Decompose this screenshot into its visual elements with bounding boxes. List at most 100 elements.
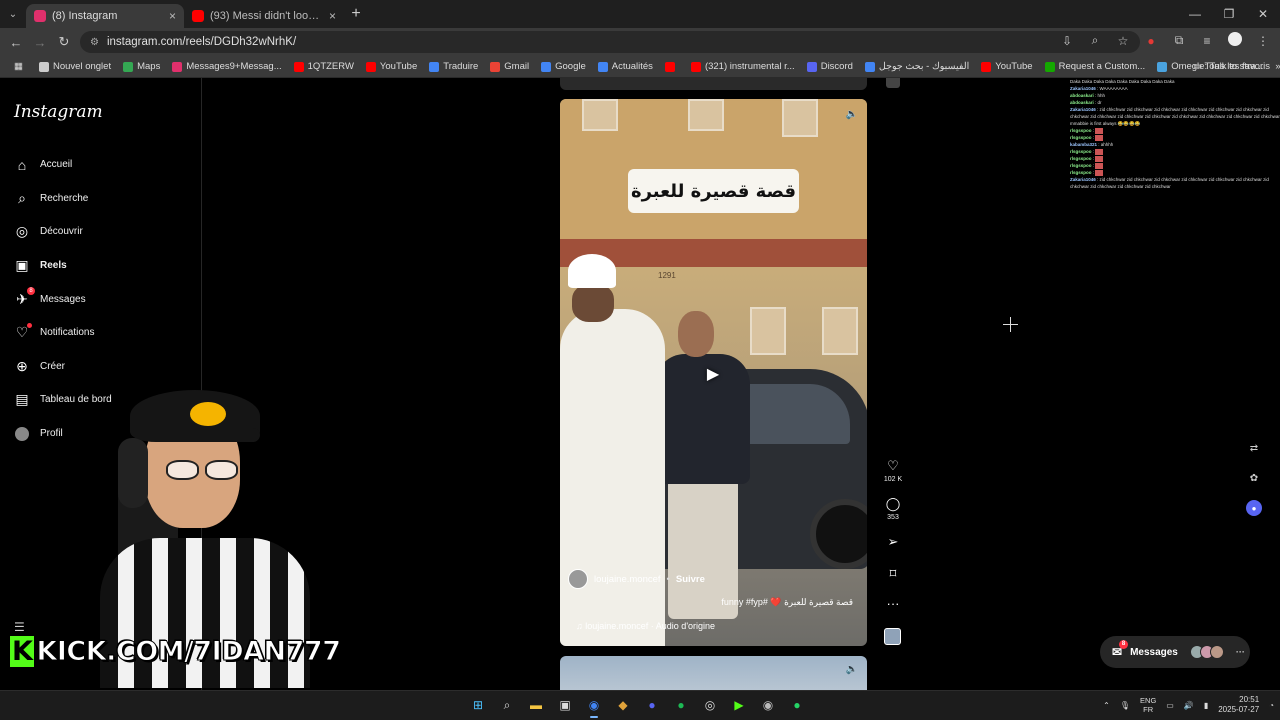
discord-icon[interactable]: ●	[642, 695, 662, 715]
chat-message: abdoaskari : dr	[1070, 99, 1280, 106]
sidebar-item-recherche[interactable]: ⌕ Recherche	[14, 182, 201, 216]
start-icon[interactable]: ⊞	[468, 695, 488, 715]
tab-search-button[interactable]: ⌄	[0, 0, 26, 28]
zoom-icon[interactable]: ⌕	[1086, 33, 1104, 48]
bookmark-icon[interactable]: ⌑	[890, 566, 897, 582]
author-avatar[interactable]	[568, 569, 588, 589]
bookmark-item[interactable]: Traduire	[423, 61, 484, 72]
bookmark-item[interactable]: Messages9+Messag...	[166, 61, 287, 72]
bookmark-star-icon[interactable]: ☆	[1114, 34, 1132, 48]
battery-icon[interactable]: ▮	[1204, 701, 1208, 710]
messages-button[interactable]: ✉ 8 Messages ···	[1100, 636, 1250, 668]
extension-red-icon[interactable]: ●	[1142, 34, 1160, 48]
comment-action[interactable]: ◯ 353	[879, 496, 907, 521]
address-bar[interactable]: ⚙ instagram.com/reels/DGDh32wNrhK/	[80, 31, 1140, 53]
sidebar-item-messages[interactable]: ✈ 8 Messages	[14, 282, 201, 316]
audio-thumbnail[interactable]	[884, 628, 901, 645]
reel-audio[interactable]: ♫ loujaine.moncef · Audio d'origine	[576, 621, 715, 631]
sidebar-item-accueil[interactable]: ⌂ Accueil	[14, 148, 201, 182]
more-icon[interactable]: ···	[1236, 647, 1245, 657]
minimize-icon[interactable]: —	[1178, 0, 1212, 28]
apps-icon[interactable]: ▦	[8, 61, 33, 72]
bookmark-item[interactable]	[659, 61, 685, 72]
obs-icon[interactable]: ◎	[700, 695, 720, 715]
bookmark-item[interactable]: Google	[535, 61, 592, 72]
sidebar-item-notifications[interactable]: ♡ Notifications	[14, 316, 201, 350]
more-icon[interactable]: ···	[887, 596, 900, 612]
bookmark-item[interactable]: 1QTZERW	[288, 61, 360, 72]
bookmark-item[interactable]: Discord	[801, 61, 859, 72]
bookmark-item[interactable]: YouTube	[360, 61, 423, 72]
new-tab-button[interactable]: +	[344, 5, 368, 23]
forward-icon[interactable]: →	[28, 35, 52, 50]
bookmark-item[interactable]: Nouvel onglet	[33, 61, 117, 72]
extensions-icon[interactable]: ⧉	[1170, 33, 1188, 48]
tab-youtube[interactable]: (93) Messi didn't look at the go ×	[184, 4, 344, 28]
mute-icon[interactable]: 🔈	[845, 662, 859, 676]
separator: •	[666, 573, 670, 585]
tab-instagram[interactable]: (8) Instagram ×	[26, 4, 184, 28]
heart-icon[interactable]: ♡	[887, 458, 899, 474]
instagram-icon	[34, 10, 46, 22]
discord-icon[interactable]: ●	[1246, 500, 1262, 516]
network-icon[interactable]: ▭	[1166, 701, 1174, 710]
comment-icon[interactable]: ◯	[886, 496, 901, 512]
clock[interactable]: 20:51 2025-07-27	[1218, 695, 1259, 715]
restore-icon[interactable]: ❐	[1212, 0, 1246, 28]
terminal-icon[interactable]: ▶	[729, 695, 749, 715]
store-icon[interactable]: ▣	[555, 695, 575, 715]
mute-icon[interactable]: 🔈	[845, 107, 859, 121]
reload-icon[interactable]: ↻	[52, 34, 76, 50]
menu-icon[interactable]: ⋮	[1254, 34, 1272, 48]
reel-description[interactable]: funny #fyp# ❤️ قصة قصيرة للعبرة	[721, 597, 853, 608]
site-info-icon[interactable]: ⚙	[90, 37, 99, 48]
bookmark-item[interactable]: Actualités	[592, 61, 659, 72]
sidebar-item-cr-er[interactable]: ⊕ Créer	[14, 350, 201, 384]
heart-icon: ♡	[14, 322, 32, 341]
close-icon[interactable]: ×	[169, 9, 176, 23]
sidebar-item-reels[interactable]: ▣ Reels	[14, 249, 201, 283]
notification-icon[interactable]: ◔	[1269, 701, 1274, 710]
send-icon[interactable]: ➢	[888, 534, 899, 550]
install-icon[interactable]: ⇩	[1058, 34, 1076, 48]
follow-button[interactable]: Suivre	[676, 574, 705, 585]
tray-expand-icon[interactable]: ⌃	[1103, 701, 1110, 710]
next-reel[interactable]: 🔈	[560, 656, 867, 690]
bookmark-item[interactable]: Gmail	[484, 61, 535, 72]
whatsapp-icon[interactable]: ●	[787, 695, 807, 715]
author-username[interactable]: loujaine.moncef	[594, 574, 661, 585]
profile-icon[interactable]	[1226, 32, 1244, 49]
bookmark-item[interactable]: (321) instrumental r...	[685, 61, 801, 72]
extension-icon[interactable]: ✿	[1246, 470, 1262, 486]
instagram-logo[interactable]: Instagram	[14, 102, 201, 122]
close-window-icon[interactable]: ✕	[1246, 0, 1280, 28]
language-switcher[interactable]: ENG FR	[1140, 696, 1156, 714]
chrome-icon[interactable]: ◉	[584, 695, 604, 718]
bookmark-item[interactable]: الفيسبوك - بحث جوجل	[859, 61, 975, 72]
bookmark-item[interactable]: Request a Custom...	[1039, 61, 1152, 72]
save-action[interactable]: ⌑	[879, 566, 907, 582]
translate-icon[interactable]: ⇄	[1246, 440, 1262, 456]
volume-icon[interactable]: 🔊	[1184, 701, 1194, 710]
reel-video[interactable]: 1291 قصة قصيرة للعبرة 🔈 ▶ loujaine.monce…	[560, 99, 867, 646]
close-icon[interactable]: ×	[329, 9, 336, 23]
search-icon[interactable]: ⌕	[497, 695, 517, 715]
bookmarks-overflow-button[interactable]: »	[1269, 61, 1280, 72]
play-icon[interactable]: ▶	[703, 364, 723, 384]
all-bookmarks-button[interactable]: ▭ Tous les favoris	[1193, 61, 1270, 72]
steam-icon[interactable]: ◉	[758, 695, 778, 715]
spotify-icon[interactable]: ●	[671, 695, 691, 715]
microphone-icon[interactable]: 🎙	[1120, 701, 1130, 710]
hamburger-icon[interactable]: ☰	[14, 620, 25, 634]
media-icon[interactable]: ≡	[1198, 34, 1216, 48]
app-icon[interactable]: ◆	[613, 695, 633, 715]
like-action[interactable]: ♡ 102 K	[879, 458, 907, 483]
share-action[interactable]: ➢	[879, 534, 907, 550]
file-explorer-icon[interactable]: ▬	[526, 695, 546, 715]
back-icon[interactable]: ←	[4, 35, 28, 50]
previous-reel[interactable]	[560, 78, 867, 90]
bookmark-item[interactable]: Maps	[117, 61, 166, 72]
bookmark-item[interactable]: YouTube	[975, 61, 1038, 72]
more-action[interactable]: ···	[879, 596, 907, 612]
sidebar-item-d-couvrir[interactable]: ◎ Découvrir	[14, 215, 201, 249]
